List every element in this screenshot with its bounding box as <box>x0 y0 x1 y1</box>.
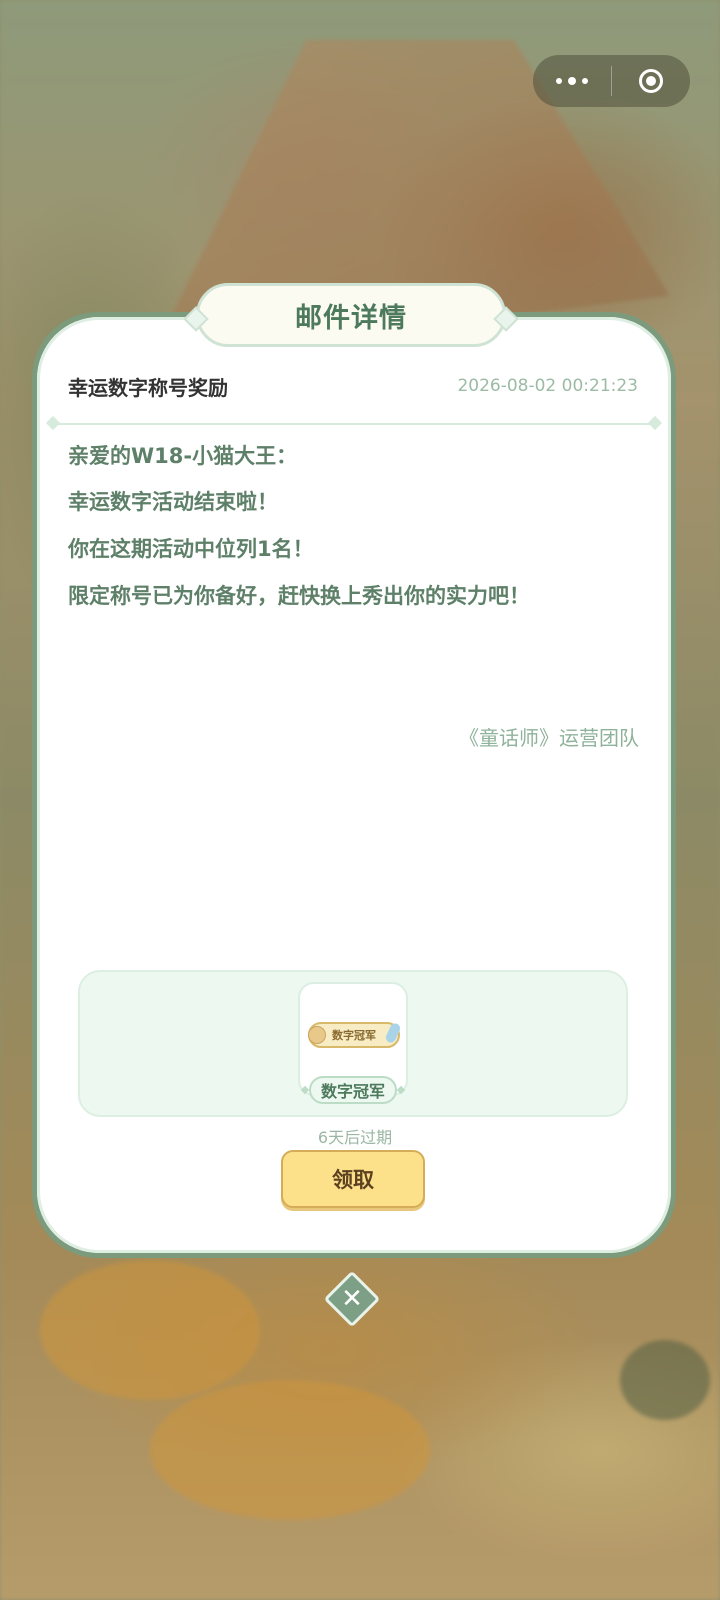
title-badge-image: 数字冠军 <box>302 1015 406 1055</box>
dialog-title: 邮件详情 <box>295 302 407 334</box>
mail-greeting: 亲爱的W18-小猫大王： <box>68 444 298 468</box>
record-icon[interactable] <box>612 55 690 107</box>
mail-line: 幸运数字活动结束啦！ <box>68 490 278 514</box>
dialog-title-banner: 邮件详情 <box>196 283 506 347</box>
expire-text: 6天后过期 <box>317 1128 393 1147</box>
mail-date: 2026-08-02 00:21:23 <box>457 376 638 396</box>
bush-blur <box>150 1380 430 1520</box>
subject-divider <box>52 423 656 425</box>
reward-item-name: 数字冠军 <box>309 1076 397 1104</box>
mail-line: 你在这期活动中位列1名！ <box>68 537 314 561</box>
mail-body: 亲爱的W18-小猫大王： 幸运数字活动结束啦！ 你在这期活动中位列1名！ 限定称… <box>68 440 598 612</box>
mini-program-capsule <box>533 55 690 107</box>
more-icon[interactable] <box>533 55 611 107</box>
mail-line: 限定称号已为你备好，赶快换上秀出你的实力吧！ <box>68 584 530 608</box>
close-icon[interactable]: ✕ <box>332 1279 372 1319</box>
mail-signature: 《童话师》运营团队 <box>459 726 639 750</box>
bush-blur <box>620 1340 710 1420</box>
claim-button[interactable]: 领取 <box>281 1150 425 1208</box>
mail-subject: 幸运数字称号奖励 <box>68 376 228 400</box>
badge-seal-icon <box>308 1026 326 1044</box>
bush-blur <box>40 1260 260 1400</box>
